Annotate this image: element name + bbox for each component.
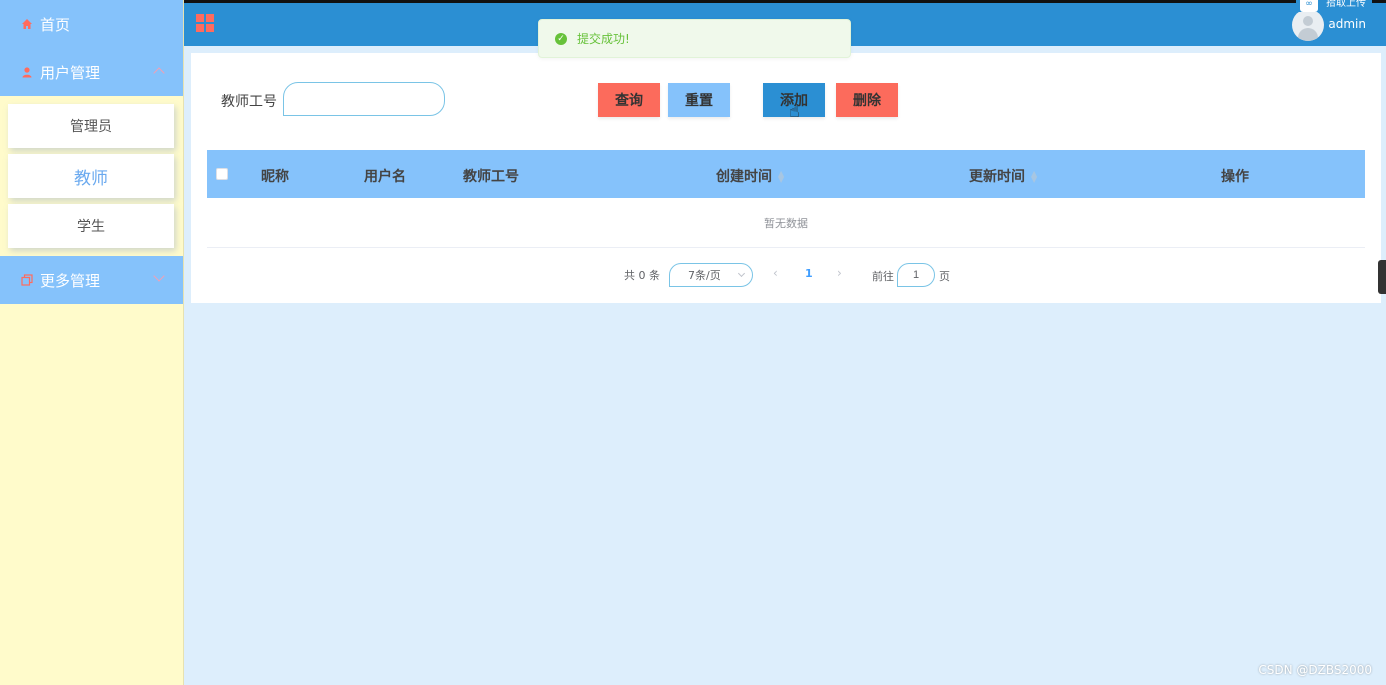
query-button[interactable]: 查询: [598, 83, 660, 117]
side-drawer-handle[interactable]: [1378, 260, 1386, 294]
sidebar-item-more-management[interactable]: 更多管理: [0, 256, 183, 304]
chevron-up-icon: [153, 67, 165, 79]
delete-button[interactable]: 删除: [836, 83, 898, 117]
sidebar-item-label: 首页: [40, 15, 71, 34]
column-header-nickname: 昵称: [261, 169, 289, 185]
link-icon: ∞: [1300, 0, 1318, 12]
column-header-created-time[interactable]: 创建时间 ▲ ▼: [716, 166, 784, 186]
home-icon: [20, 17, 34, 31]
sidebar-item-user-management[interactable]: 用户管理: [0, 48, 183, 96]
teacher-id-search-input[interactable]: [283, 82, 445, 116]
sort-icon[interactable]: ▲ ▼: [1031, 170, 1037, 184]
avatar[interactable]: [1292, 9, 1324, 41]
user-icon: [20, 65, 34, 79]
sidebar-item-label: 更多管理: [40, 271, 101, 290]
reset-button[interactable]: 重置: [668, 83, 730, 117]
column-header-updated-time[interactable]: 更新时间 ▲ ▼: [969, 166, 1037, 186]
next-page-button[interactable]: ›: [837, 266, 842, 280]
column-header-label: 更新时间: [969, 169, 1025, 185]
hand-cursor-icon: ☝: [789, 101, 800, 122]
column-header-actions: 操作: [1221, 169, 1249, 185]
prev-page-button[interactable]: ‹: [773, 266, 778, 280]
corner-badge[interactable]: ∞ 拾取上传: [1296, 0, 1372, 12]
sidebar-item-admin[interactable]: 管理员: [8, 104, 174, 148]
column-header-teacher-id: 教师工号: [463, 169, 519, 185]
table-empty-row: 暂无数据: [207, 198, 1365, 248]
sort-icon[interactable]: ▲ ▼: [778, 170, 784, 184]
check-circle-icon: ✓: [555, 32, 567, 45]
copy-icon: [20, 273, 34, 287]
page-size-value: 7条/页: [688, 269, 721, 282]
column-header-username: 用户名: [364, 169, 406, 185]
page-number-current[interactable]: 1: [805, 267, 813, 280]
sidebar-item-label: 用户管理: [40, 63, 101, 82]
select-all-checkbox[interactable]: [216, 168, 228, 180]
page-suffix-label: 页: [939, 270, 950, 283]
sidebar-item-teacher[interactable]: 教师: [8, 154, 174, 198]
empty-text: 暂无数据: [764, 216, 808, 230]
column-header-label: 创建时间: [716, 169, 772, 185]
pagination-total: 共 0 条: [624, 269, 660, 282]
username[interactable]: admin: [1328, 17, 1366, 31]
chevron-down-icon: [737, 269, 746, 278]
chevron-down-icon: [153, 270, 165, 282]
menu-grid-icon[interactable]: [196, 14, 214, 32]
goto-page-input[interactable]: [897, 263, 935, 287]
sidebar-item-student[interactable]: 学生: [8, 204, 174, 248]
sidebar-submenu: 管理员 教师 学生: [0, 96, 183, 256]
page-size-select[interactable]: 7条/页: [669, 263, 753, 287]
toast-message: 提交成功!: [577, 32, 630, 46]
table-header: 昵称 用户名 教师工号 创建时间 ▲ ▼ 更新时间 ▲ ▼ 操作: [207, 150, 1365, 198]
success-toast: ✓ 提交成功!: [538, 19, 851, 58]
sidebar: 首页 用户管理 管理员 教师 学生 更多管理: [0, 0, 184, 685]
corner-badge-label: 拾取上传: [1326, 0, 1366, 9]
goto-label: 前往: [872, 270, 894, 283]
search-label: 教师工号: [221, 94, 277, 110]
watermark: CSDN @DZBS2000: [1258, 663, 1372, 677]
sidebar-item-home[interactable]: 首页: [0, 0, 183, 48]
main-panel: 教师工号 查询 重置 添加 删除 ☝ 昵称 用户名 教师工号 创建时间 ▲ ▼ 更新…: [191, 53, 1381, 303]
